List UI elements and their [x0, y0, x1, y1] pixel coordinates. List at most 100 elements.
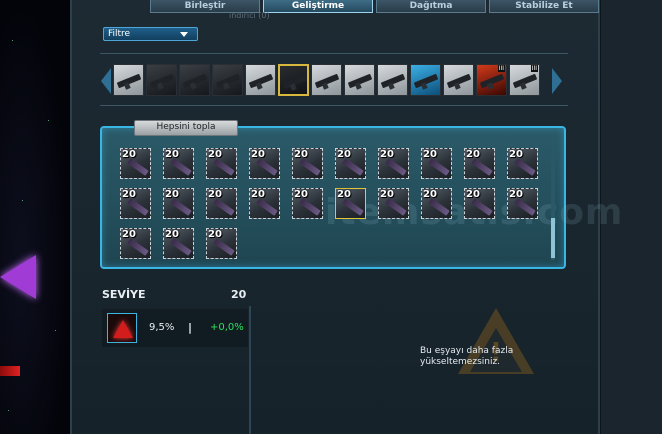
slot-level: 20	[122, 189, 136, 200]
boots-icon	[446, 73, 472, 89]
inventory-slot[interactable]: 20	[292, 148, 323, 179]
inventory-slot[interactable]: 20	[464, 148, 495, 179]
blade-icon	[213, 158, 235, 176]
blade-icon	[282, 74, 307, 90]
level-value: 20	[231, 288, 247, 301]
inventory-scrollbar[interactable]	[551, 150, 555, 260]
divider-bottom	[100, 105, 568, 106]
strip-item-rifle[interactable]	[146, 64, 177, 96]
slot-level: 20	[251, 189, 265, 200]
slot-level: 20	[165, 189, 179, 200]
item-type-strip: III III	[113, 64, 549, 98]
chevron-down-icon	[180, 32, 188, 37]
slot-level: 20	[337, 189, 351, 200]
stat-percent: 9,5%	[149, 322, 175, 333]
slot-level: 20	[294, 189, 308, 200]
inventory-slot[interactable]: 20	[335, 188, 366, 219]
armor-icon	[512, 73, 538, 89]
slot-level: 20	[466, 189, 480, 200]
strip-item-armor[interactable]	[377, 64, 408, 96]
inventory-slot[interactable]: 20	[507, 188, 538, 219]
blade-icon	[213, 238, 235, 256]
blade-icon	[127, 158, 149, 176]
slot-level: 20	[423, 149, 437, 160]
rifle-icon	[215, 73, 241, 89]
tab-stabilize-et[interactable]: Stabilize Et	[489, 0, 599, 13]
strip-item-blue-crystal[interactable]	[410, 64, 441, 96]
inventory-slot[interactable]: 20	[120, 148, 151, 179]
inventory-slot[interactable]: 20	[206, 148, 237, 179]
strip-item-rifle[interactable]	[179, 64, 210, 96]
inventory-slot[interactable]: 20	[206, 188, 237, 219]
strip-item-blade[interactable]	[278, 64, 309, 96]
spaceship-sprite	[0, 255, 36, 299]
blade-icon	[342, 158, 364, 176]
strip-item-boots[interactable]	[443, 64, 474, 96]
inventory-slot[interactable]: 20	[378, 188, 409, 219]
scrollbar-thumb[interactable]	[551, 218, 555, 258]
blade-icon	[170, 238, 192, 256]
blue-crystal-icon	[413, 73, 439, 89]
filter-dropdown[interactable]: Filtre	[103, 27, 198, 41]
rifle-icon	[248, 73, 274, 89]
tab-bar: Birleştir Geliştirme Dağıtma Stabilize E…	[150, 0, 602, 13]
inventory-slot[interactable]: 20	[378, 148, 409, 179]
strip-right-arrow-icon[interactable]	[552, 68, 562, 94]
collect-all-button[interactable]: Hepsini topla	[134, 120, 238, 136]
inventory-slot[interactable]: 20	[292, 188, 323, 219]
rifle-icon	[116, 73, 142, 89]
slot-level: 20	[165, 229, 179, 240]
inventory-slot[interactable]: 20	[507, 148, 538, 179]
blade-icon	[514, 158, 536, 176]
inventory-slot[interactable]: 20	[163, 228, 194, 259]
strip-item-armor[interactable]	[311, 64, 342, 96]
slot-level: 20	[208, 149, 222, 160]
slot-level: 20	[251, 149, 265, 160]
faded-label: ındırıcı (0)	[229, 11, 270, 20]
inventory-slot[interactable]: 20	[163, 148, 194, 179]
inventory-slot[interactable]: 20	[206, 228, 237, 259]
blade-icon	[471, 158, 493, 176]
inventory-slot[interactable]: 20	[421, 148, 452, 179]
enemy-ship-sprite	[0, 366, 20, 376]
slot-level: 20	[122, 149, 136, 160]
blade-icon	[471, 198, 493, 216]
strip-left-arrow-icon[interactable]	[101, 68, 111, 94]
strip-item-rifle[interactable]	[245, 64, 276, 96]
slot-level: 20	[509, 149, 523, 160]
inventory-slot[interactable]: 20	[421, 188, 452, 219]
strip-item-fire-armor[interactable]: III	[476, 64, 507, 96]
slot-level: 20	[294, 149, 308, 160]
tab-gelistirme[interactable]: Geliştirme	[263, 0, 373, 13]
stat-gain: +0,0%	[210, 322, 244, 333]
slot-level: 20	[165, 149, 179, 160]
strip-item-armor[interactable]	[344, 64, 375, 96]
level-label: SEVİYE	[102, 288, 146, 301]
max-level-message: Bu eşyayı daha fazla yükseltemezsiniz.	[420, 346, 514, 367]
tab-dagitma[interactable]: Dağıtma	[376, 0, 486, 13]
blade-icon	[299, 158, 321, 176]
inventory-slot[interactable]: 20	[163, 188, 194, 219]
slot-level: 20	[466, 149, 480, 160]
strip-item-rifle[interactable]	[113, 64, 144, 96]
inventory-slot[interactable]: 20	[464, 188, 495, 219]
inventory-slot[interactable]: 20	[335, 148, 366, 179]
inventory-grid: 20 20 20 20 20 20 20 20 20 20 20 20 20 20 20 20 20 20 20 20…	[120, 148, 538, 259]
inventory-slot[interactable]: 20	[249, 148, 280, 179]
inventory-slot[interactable]: 20	[249, 188, 280, 219]
filter-label: Filtre	[108, 29, 131, 39]
armor-icon	[314, 73, 340, 89]
stat-row: 9,5% | +0,0%	[102, 309, 248, 347]
blade-icon	[127, 238, 149, 256]
inventory-slot[interactable]: 20	[120, 188, 151, 219]
strip-item-rifle[interactable]	[212, 64, 243, 96]
blade-icon	[428, 198, 450, 216]
tier-tag: III	[497, 65, 505, 72]
divider-top	[100, 53, 568, 54]
strip-item-armor[interactable]: III	[509, 64, 540, 96]
inventory-slot[interactable]: 20	[120, 228, 151, 259]
armor-icon	[347, 73, 373, 89]
blade-icon	[213, 198, 235, 216]
blade-icon	[170, 158, 192, 176]
armor-icon	[380, 73, 406, 89]
